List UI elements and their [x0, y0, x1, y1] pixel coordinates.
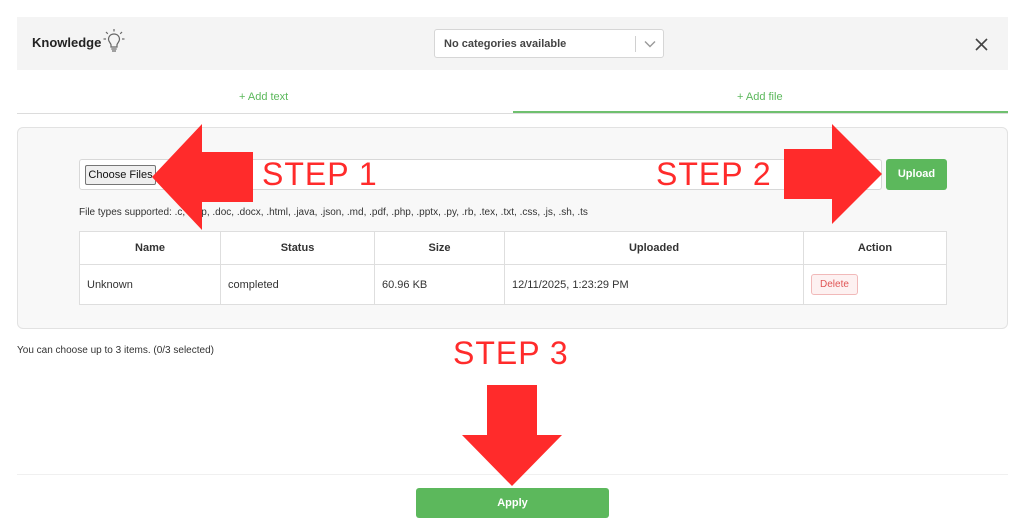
lightbulb-icon: [103, 29, 125, 52]
active-tab-indicator: [513, 111, 1008, 113]
cell-size: 60.96 KB: [374, 264, 505, 305]
cell-name: Unknown: [79, 264, 221, 305]
step2-label: STEP 2: [656, 156, 772, 192]
category-select-value: No categories available: [444, 38, 567, 50]
step1-label: STEP 1: [262, 156, 378, 192]
choose-files-button[interactable]: Choose Files: [85, 165, 156, 185]
table-row: Unknown completed 60.96 KB 12/11/2025, 1…: [79, 264, 947, 305]
column-header-name: Name: [79, 231, 221, 265]
upload-button[interactable]: Upload: [886, 159, 947, 190]
category-select[interactable]: No categories available: [434, 29, 664, 58]
cell-uploaded: 12/11/2025, 1:23:29 PM: [504, 264, 804, 305]
column-header-uploaded: Uploaded: [504, 231, 804, 265]
tab-add-file[interactable]: + Add file: [737, 91, 783, 103]
step3-label: STEP 3: [453, 335, 569, 371]
table-header-row: Name Status Size Uploaded Action: [79, 231, 947, 265]
cell-status: completed: [220, 264, 375, 305]
tab-bar: + Add text + Add file: [17, 84, 1008, 114]
column-header-status: Status: [220, 231, 375, 265]
dialog-header: Knowledge No categories available: [17, 17, 1008, 70]
column-header-action: Action: [803, 231, 947, 265]
delete-button[interactable]: Delete: [811, 274, 858, 295]
column-header-size: Size: [374, 231, 505, 265]
chevron-down-icon[interactable]: [641, 35, 659, 53]
knowledge-dialog: Knowledge No categories available + Add …: [0, 0, 1024, 529]
dialog-title: Knowledge: [32, 35, 102, 50]
step2-arrow-icon: [784, 124, 882, 224]
tab-add-text[interactable]: + Add text: [239, 91, 288, 103]
select-separator: [635, 36, 636, 52]
files-table: Name Status Size Uploaded Action Unknown…: [79, 231, 947, 305]
step3-arrow-icon: [462, 385, 562, 486]
close-icon[interactable]: [973, 36, 990, 53]
cell-action: Delete: [803, 264, 947, 305]
apply-button[interactable]: Apply: [416, 488, 609, 518]
selection-note: You can choose up to 3 items. (0/3 selec…: [17, 345, 214, 356]
step1-arrow-icon: [152, 124, 253, 230]
